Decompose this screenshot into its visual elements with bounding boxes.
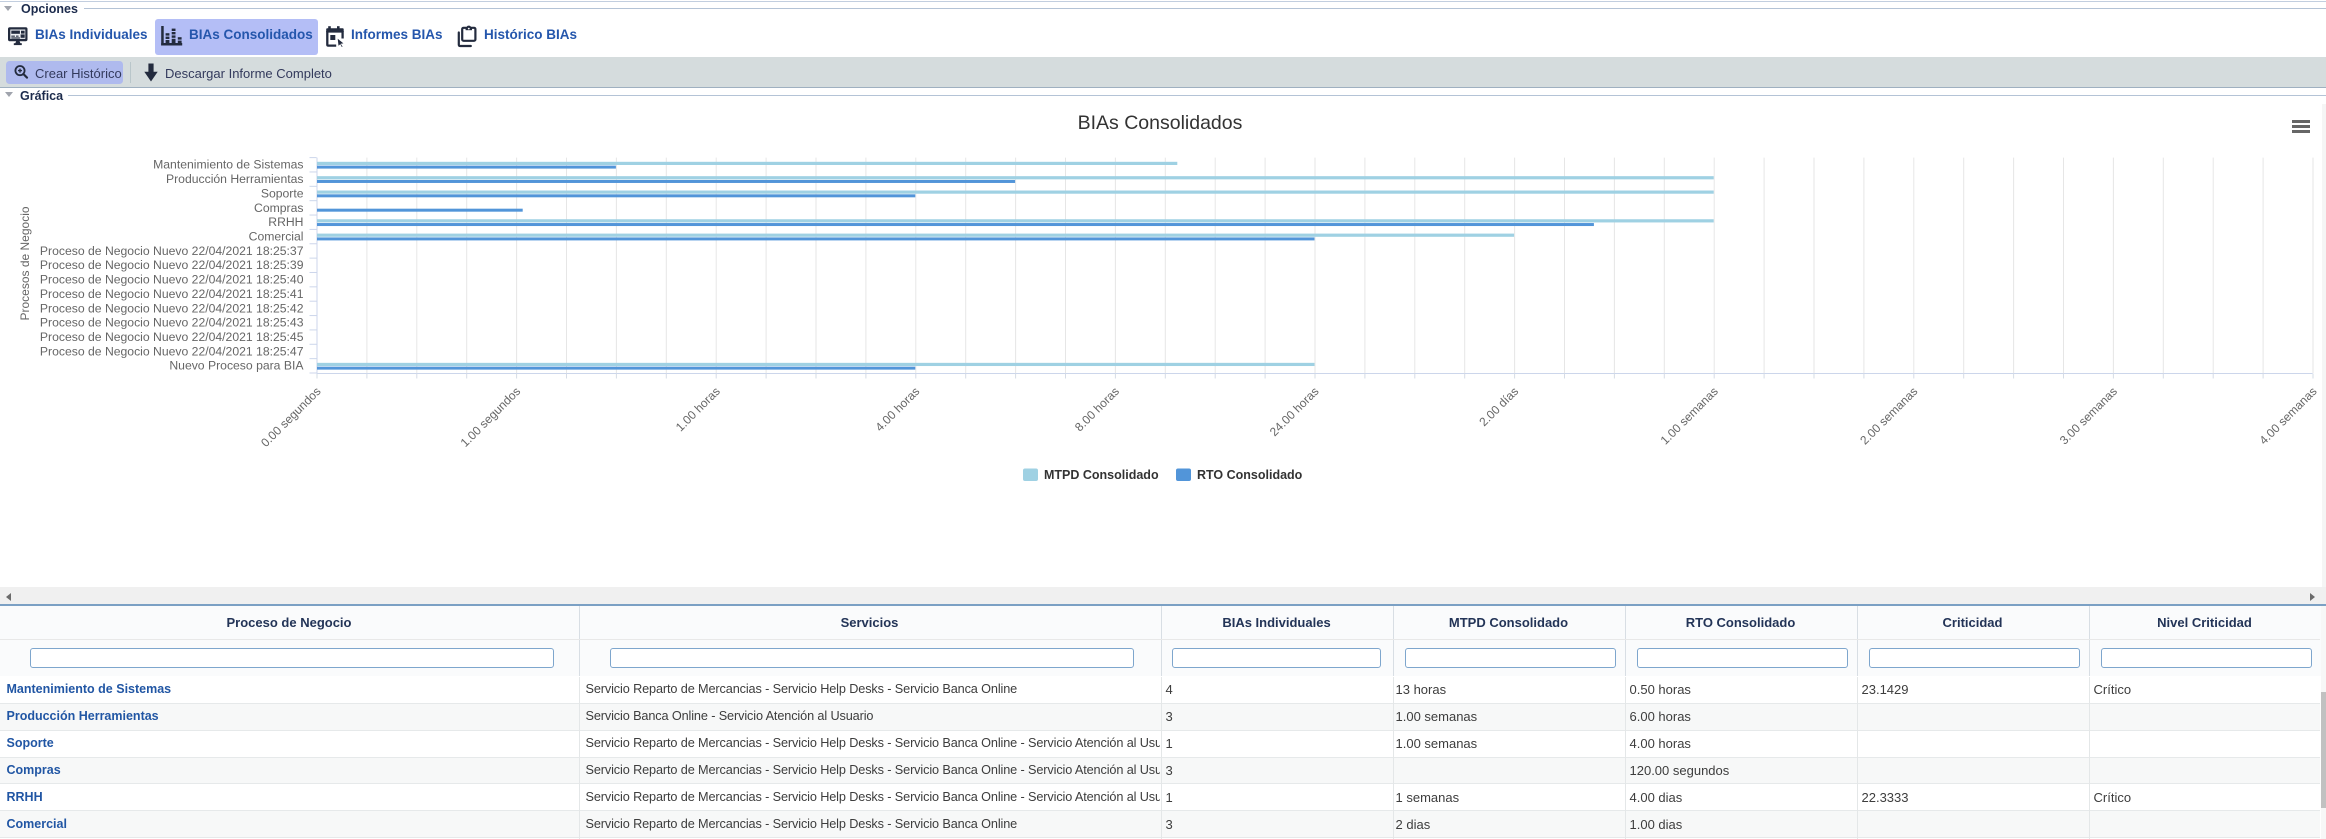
svg-text:0.00 segundos: 0.00 segundos	[258, 384, 324, 450]
svg-text:Soporte: Soporte	[261, 186, 304, 200]
svg-text:Proceso de Negocio Nuevo 22/04: Proceso de Negocio Nuevo 22/04/2021 18:2…	[40, 316, 304, 330]
svg-text:Producción Herramientas: Producción Herramientas	[166, 172, 304, 186]
svg-text:Comercial: Comercial	[249, 229, 304, 243]
svg-text:Nuevo Proceso para BIA: Nuevo Proceso para BIA	[169, 359, 304, 373]
svg-text:Proceso de Negocio Nuevo 22/04: Proceso de Negocio Nuevo 22/04/2021 18:2…	[40, 301, 304, 315]
svg-text:1.00 semanas: 1.00 semanas	[1658, 384, 1721, 447]
svg-text:3.00 semanas: 3.00 semanas	[2057, 384, 2120, 447]
svg-text:8.00 horas: 8.00 horas	[1072, 384, 1122, 434]
svg-text:BIAs Consolidados: BIAs Consolidados	[1078, 112, 1243, 134]
svg-text:MTPD Consolidado: MTPD Consolidado	[1044, 468, 1159, 482]
svg-text:Proceso de Negocio Nuevo 22/04: Proceso de Negocio Nuevo 22/04/2021 18:2…	[40, 258, 304, 272]
svg-text:RTO Consolidado: RTO Consolidado	[1197, 468, 1303, 482]
svg-text:Compras: Compras	[254, 201, 303, 215]
svg-text:Proceso de Negocio Nuevo 22/04: Proceso de Negocio Nuevo 22/04/2021 18:2…	[40, 287, 304, 301]
svg-text:4.00 semanas: 4.00 semanas	[2256, 384, 2319, 447]
svg-text:RRHH: RRHH	[268, 215, 303, 229]
svg-text:24.00 horas: 24.00 horas	[1267, 384, 1322, 439]
svg-text:Proceso de Negocio Nuevo 22/04: Proceso de Negocio Nuevo 22/04/2021 18:2…	[40, 273, 304, 287]
svg-text:Procesos de Negocio: Procesos de Negocio	[18, 206, 32, 320]
svg-text:1.00 horas: 1.00 horas	[673, 384, 723, 434]
svg-text:1.00 segundos: 1.00 segundos	[458, 384, 524, 450]
svg-text:4.00 horas: 4.00 horas	[872, 384, 922, 434]
svg-text:Proceso de Negocio Nuevo 22/04: Proceso de Negocio Nuevo 22/04/2021 18:2…	[40, 330, 304, 344]
svg-text:Proceso de Negocio Nuevo 22/04: Proceso de Negocio Nuevo 22/04/2021 18:2…	[40, 244, 304, 258]
svg-text:Proceso de Negocio Nuevo 22/04: Proceso de Negocio Nuevo 22/04/2021 18:2…	[40, 344, 304, 358]
svg-text:2.00 días: 2.00 días	[1476, 384, 1521, 429]
svg-text:Mantenimiento de Sistemas: Mantenimiento de Sistemas	[153, 158, 303, 172]
svg-text:2.00 semanas: 2.00 semanas	[1857, 384, 1920, 447]
